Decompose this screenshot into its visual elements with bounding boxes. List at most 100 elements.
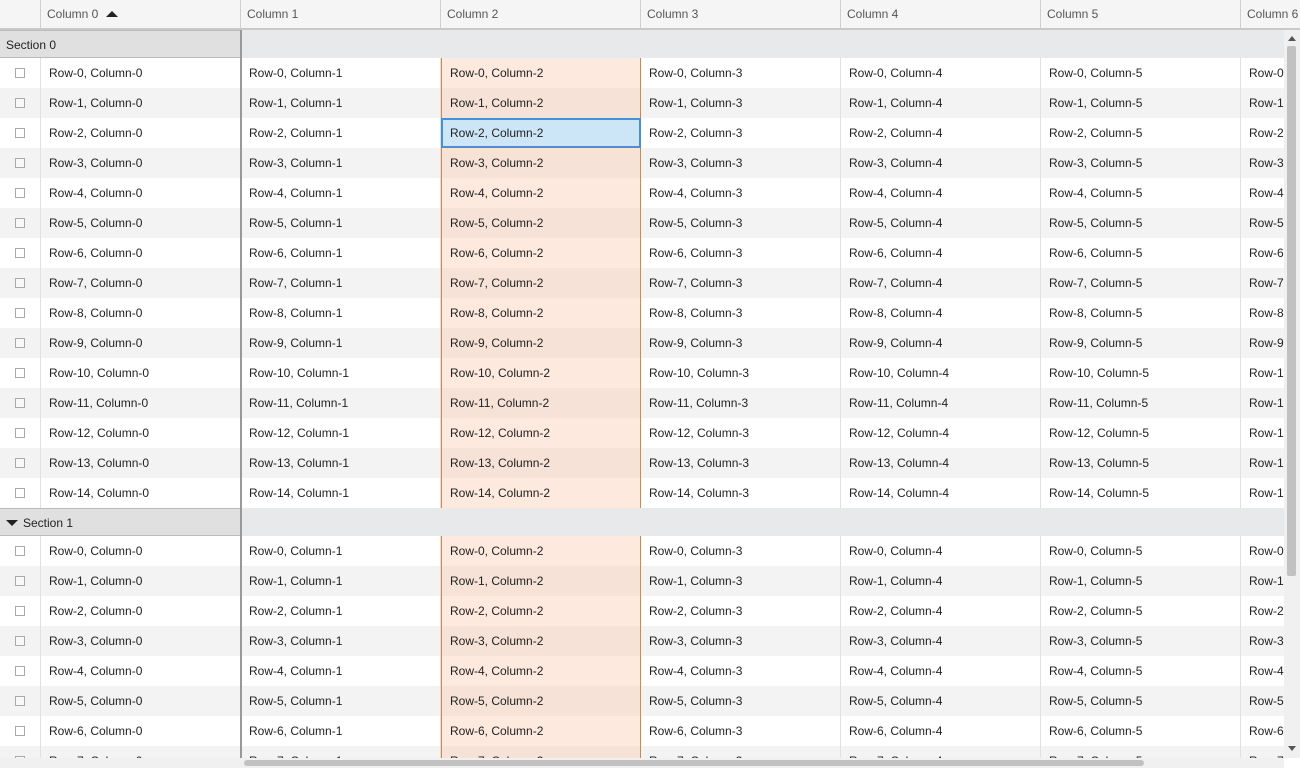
table-cell[interactable]: Row-12, Column-1 — [241, 418, 441, 448]
table-cell[interactable]: Row-1 — [1241, 478, 1284, 508]
table-cell[interactable]: Row-11, Column-4 — [841, 388, 1041, 418]
table-cell[interactable]: Row-0, Column-3 — [641, 536, 841, 566]
row-checkbox[interactable] — [15, 278, 25, 288]
table-row[interactable]: Row-6, Column-0 Row-6, Column-1 Row-6, Col… — [0, 238, 1284, 268]
table-cell[interactable]: Row-14, Column-1 — [241, 478, 441, 508]
table-cell[interactable]: Row-4, Column-0 — [41, 178, 241, 208]
table-cell[interactable]: Row-0, Column-3 — [641, 58, 841, 88]
table-cell[interactable]: Row-6 — [1241, 716, 1284, 746]
table-cell[interactable]: Row-5, Column-2 — [441, 208, 641, 238]
table-cell[interactable]: Row-7, Column-5 — [1041, 268, 1241, 298]
table-cell[interactable]: Row-2, Column-4 — [841, 596, 1041, 626]
row-checkbox[interactable] — [15, 368, 25, 378]
table-cell[interactable]: Row-3, Column-0 — [41, 148, 241, 178]
table-cell[interactable]: Row-3 — [1241, 626, 1284, 656]
table-row[interactable]: Row-7, Column-0Row-7, Column-1Row-7, Col… — [0, 268, 1284, 298]
table-cell[interactable]: Row-11, Column-2 — [441, 388, 641, 418]
table-cell[interactable]: Row-7, Column-0 — [41, 746, 241, 758]
table-cell[interactable]: Row-3 — [1241, 148, 1284, 178]
table-row[interactable]: Row-2, Column-0 Row-2, Column-1 Row-2, Col… — [0, 118, 1284, 148]
table-cell[interactable]: Row-10, Column-2 — [441, 358, 641, 388]
table-row[interactable]: Row-6, Column-0 Row-6, Column-1 Row-6, Col… — [0, 716, 1284, 746]
row-checkbox[interactable] — [15, 218, 25, 228]
table-cell[interactable]: Row-2, Column-3 — [641, 118, 841, 148]
table-cell[interactable]: Row-7, Column-2 — [441, 268, 641, 298]
table-cell[interactable]: Row-3, Column-4 — [841, 148, 1041, 178]
table-cell[interactable]: Row-3, Column-2 — [441, 148, 641, 178]
table-cell[interactable]: Row-4, Column-3 — [641, 656, 841, 686]
row-checkbox[interactable] — [15, 636, 25, 646]
table-cell[interactable]: Row-12, Column-3 — [641, 418, 841, 448]
section-header[interactable]: Section 0 — [0, 30, 1284, 58]
table-cell[interactable]: Row-0, Column-4 — [841, 536, 1041, 566]
table-cell[interactable]: Row-1 — [1241, 418, 1284, 448]
table-cell[interactable]: Row-3, Column-2 — [441, 626, 641, 656]
table-cell[interactable]: Row-1, Column-2 — [441, 566, 641, 596]
table-cell[interactable]: Row-9, Column-2 — [441, 328, 641, 358]
table-cell[interactable]: Row-10, Column-3 — [641, 358, 841, 388]
table-cell[interactable]: Row-10, Column-0 — [41, 358, 241, 388]
table-cell[interactable]: Row-9, Column-3 — [641, 328, 841, 358]
table-cell[interactable]: Row-9, Column-5 — [1041, 328, 1241, 358]
vertical-scrollbar[interactable] — [1284, 30, 1300, 758]
table-cell[interactable]: Row-6, Column-0 — [41, 238, 241, 268]
table-cell[interactable]: Row-9, Column-1 — [241, 328, 441, 358]
table-row[interactable]: Row-3, Column-0 Row-3, Column-1 Row-3, Col… — [0, 148, 1284, 178]
table-cell[interactable]: Row-5, Column-3 — [641, 686, 841, 716]
select-all-header[interactable] — [0, 0, 41, 28]
table-cell[interactable]: Row-3, Column-5 — [1041, 626, 1241, 656]
table-cell[interactable]: Row-4, Column-3 — [641, 178, 841, 208]
table-row[interactable]: Row-1, Column-0 Row-1, Column-1 Row-1, Col… — [0, 566, 1284, 596]
sort-ascending-icon[interactable] — [106, 11, 119, 17]
table-row[interactable]: Row-2, Column-0 Row-2, Column-1 Row-2, Col… — [0, 596, 1284, 626]
table-row[interactable]: Row-5, Column-0 Row-5, Column-1 Row-5, Col… — [0, 686, 1284, 716]
table-cell[interactable]: Row-6, Column-4 — [841, 238, 1041, 268]
table-cell[interactable]: Row-7, Column-3 — [641, 746, 841, 758]
section-label[interactable]: Section 1 — [0, 508, 242, 536]
table-cell[interactable]: Row-12, Column-2 — [441, 418, 641, 448]
table-cell[interactable]: Row-10, Column-4 — [841, 358, 1041, 388]
horizontal-scrollbar[interactable] — [242, 758, 1284, 768]
table-cell[interactable]: Row-7 — [1241, 746, 1284, 758]
table-cell[interactable]: Row-1, Column-0 — [41, 88, 241, 118]
table-row[interactable]: Row-11, Column-0 Row-11, Column-1 Row-11, … — [0, 388, 1284, 418]
table-cell[interactable]: Row-1, Column-5 — [1041, 566, 1241, 596]
table-row[interactable]: Row-9, Column-0 Row-9, Column-1 Row-9, Col… — [0, 328, 1284, 358]
row-checkbox[interactable] — [15, 68, 25, 78]
table-cell[interactable]: Row-8, Column-3 — [641, 298, 841, 328]
table-cell[interactable]: Row-7, Column-0 — [41, 268, 241, 298]
table-cell[interactable]: Row-2, Column-2 — [441, 596, 641, 626]
table-row[interactable]: Row-10, Column-0 Row-10, Column-1 Row-10, … — [0, 358, 1284, 388]
table-row[interactable]: Row-4, Column-0 Row-4, Column-1 Row-4, Col… — [0, 656, 1284, 686]
row-checkbox[interactable] — [15, 308, 25, 318]
table-cell[interactable]: Row-8, Column-5 — [1041, 298, 1241, 328]
row-checkbox[interactable] — [15, 398, 25, 408]
column-header-4[interactable]: Column 4 — [841, 0, 1041, 28]
table-cell[interactable]: Row-6 — [1241, 238, 1284, 268]
table-cell[interactable]: Row-6, Column-4 — [841, 716, 1041, 746]
table-cell[interactable]: Row-2, Column-1 — [241, 118, 441, 148]
row-checkbox[interactable] — [15, 248, 25, 258]
section-header[interactable]: Section 1 — [0, 508, 1284, 536]
table-row[interactable]: Row-14, Column-0 Row-14, Column-1 Row-14, … — [0, 478, 1284, 508]
row-checkbox[interactable] — [15, 458, 25, 468]
row-checkbox[interactable] — [15, 488, 25, 498]
table-cell[interactable]: Row-2, Column-4 — [841, 118, 1041, 148]
table-cell[interactable]: Row-7, Column-2 — [441, 746, 641, 758]
table-cell[interactable]: Row-1, Column-3 — [641, 88, 841, 118]
table-cell[interactable]: Row-3, Column-1 — [241, 626, 441, 656]
collapse-triangle-icon[interactable] — [6, 520, 18, 526]
table-cell[interactable]: Row-2, Column-5 — [1041, 596, 1241, 626]
column-header-1[interactable]: Column 1 — [241, 0, 441, 28]
horizontal-scroll-thumb[interactable] — [244, 760, 1144, 766]
row-checkbox[interactable] — [15, 726, 25, 736]
table-cell[interactable]: Row-9, Column-0 — [41, 328, 241, 358]
table-cell[interactable]: Row-2, Column-1 — [241, 596, 441, 626]
table-cell[interactable]: Row-8, Column-0 — [41, 298, 241, 328]
table-cell[interactable]: Row-11, Column-3 — [641, 388, 841, 418]
table-cell[interactable]: Row-4, Column-4 — [841, 656, 1041, 686]
table-cell[interactable]: Row-3, Column-3 — [641, 148, 841, 178]
table-cell[interactable]: Row-12, Column-4 — [841, 418, 1041, 448]
table-cell[interactable]: Row-2, Column-0 — [41, 118, 241, 148]
table-cell[interactable]: Row-2, Column-5 — [1041, 118, 1241, 148]
